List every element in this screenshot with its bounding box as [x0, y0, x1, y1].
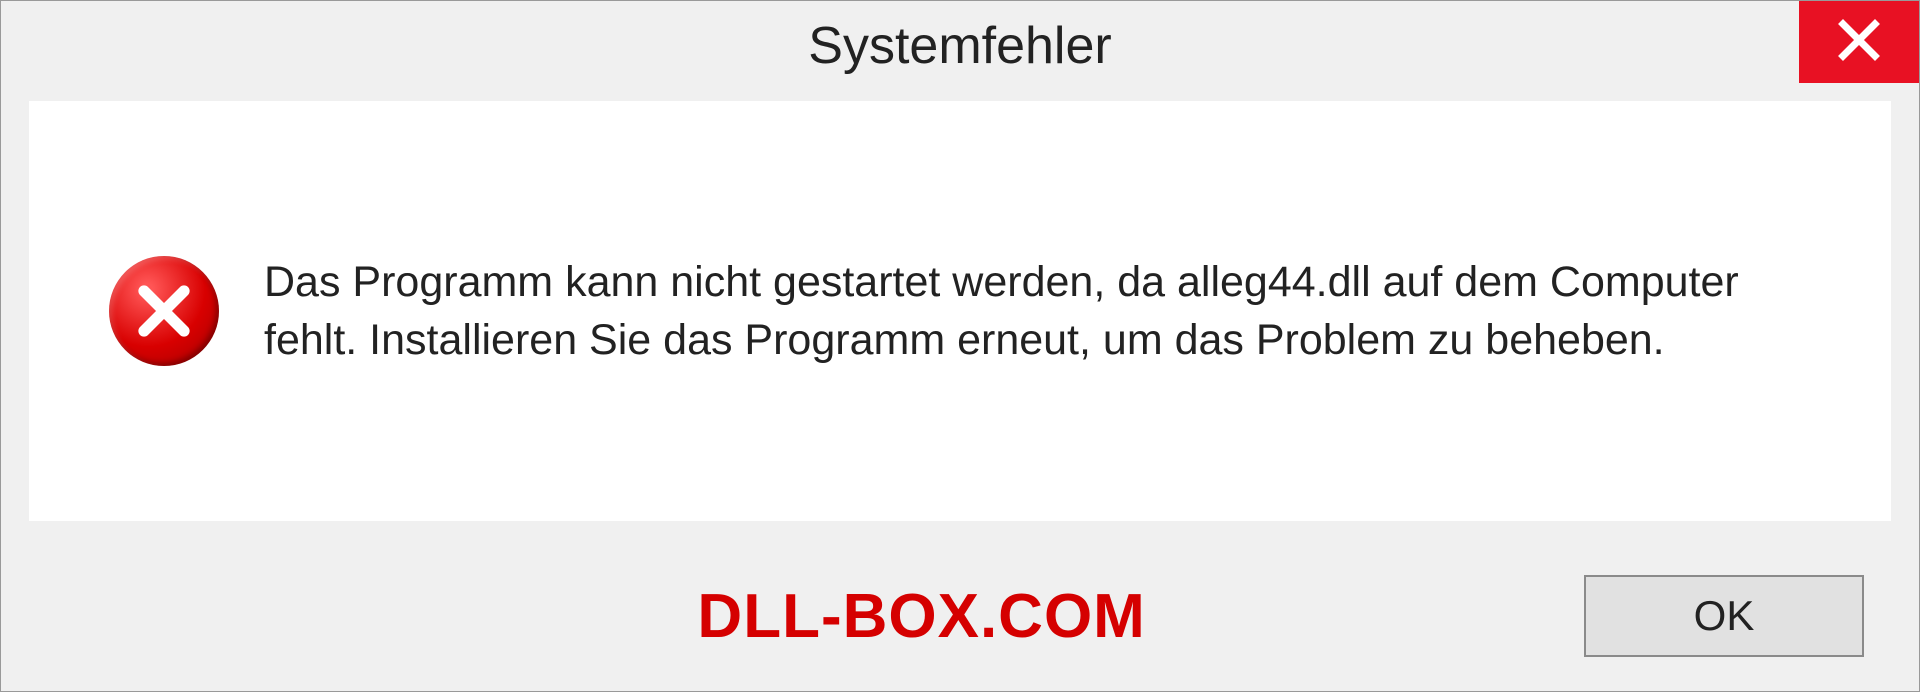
error-message: Das Programm kann nicht gestartet werden…: [264, 253, 1811, 369]
dialog-title: Systemfehler: [808, 16, 1111, 76]
close-icon: [1835, 16, 1883, 69]
error-icon: [109, 256, 219, 366]
title-bar: Systemfehler: [1, 1, 1919, 91]
dialog-footer: DLL-BOX.COM OK: [1, 541, 1919, 691]
close-button[interactable]: [1799, 1, 1919, 83]
dialog-content: Das Programm kann nicht gestartet werden…: [29, 101, 1891, 521]
system-error-dialog: Systemfehler Das Programm kann nicht ges…: [0, 0, 1920, 692]
watermark-text: DLL-BOX.COM: [697, 581, 1145, 652]
ok-button[interactable]: OK: [1584, 575, 1864, 657]
